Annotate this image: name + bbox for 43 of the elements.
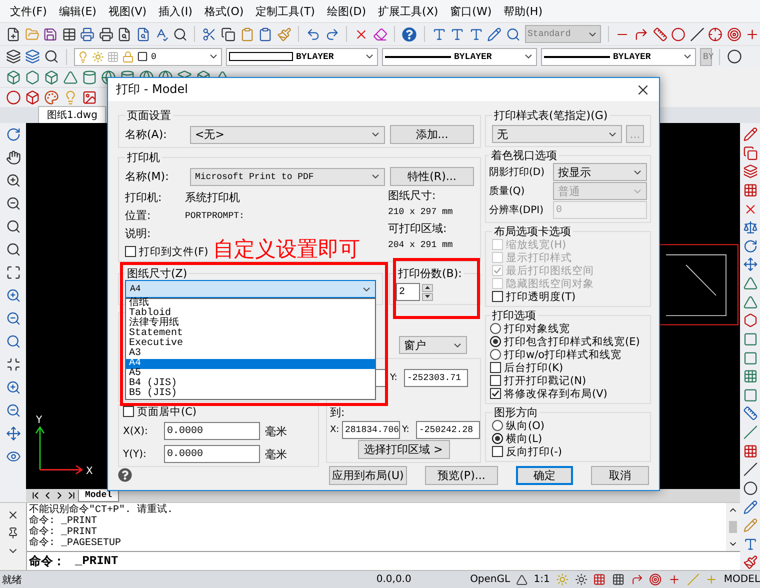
- info-value: PORTPROMPT:: [185, 210, 244, 220]
- status-text: 就绪: [2, 574, 23, 586]
- info-label: 打印机:: [125, 190, 163, 205]
- group-label: 着色视口选项: [490, 149, 558, 162]
- info-label: 位置:: [125, 208, 152, 223]
- unit-label: 毫米: [265, 424, 287, 438]
- info-value: 系统打印机: [185, 190, 240, 205]
- axis-label: X: [86, 466, 93, 477]
- field-label: 名称(A):: [125, 127, 168, 142]
- field-label: X(X):: [123, 426, 149, 436]
- info-label: 说明:: [125, 226, 152, 241]
- group-label: 打印选项: [491, 309, 537, 322]
- command-history-line: 命令: _PAGESETUP: [29, 538, 122, 549]
- field-label: 阴影打印(D): [489, 166, 546, 179]
- group-label: 布局选项卡选项: [493, 225, 572, 238]
- command-history-line: 命令: _PRINT: [29, 527, 98, 538]
- command-history-line: 不能识别命令"CT+P". 请重试.: [29, 505, 174, 516]
- field-label: 分辨率(DPI): [489, 204, 544, 217]
- command-history-line: 命令: _PRINT: [29, 516, 98, 527]
- field-label: X:: [330, 425, 340, 435]
- field-label: Y(Y):: [123, 448, 148, 460]
- info-value: 204 x 291 mm: [388, 240, 454, 250]
- field-label: 名称(M):: [125, 169, 170, 184]
- group-label: 打印份数(B):: [397, 267, 463, 280]
- group-label: 图形方向: [493, 406, 539, 419]
- field-label: 到:: [330, 405, 345, 420]
- group-label: 页面设置: [126, 109, 172, 122]
- coordinates: 0.0,0.0: [376, 574, 412, 585]
- info-label: 图纸尺寸:: [388, 188, 437, 203]
- group-label: 图纸尺寸(Z): [126, 267, 188, 280]
- group-label: 打印样式表(笔指定)(G): [493, 109, 609, 122]
- field-label: Y:: [402, 425, 410, 435]
- axis-label: Y: [36, 415, 42, 426]
- info-value: 210 x 297 mm: [388, 207, 454, 217]
- unit-label: 毫米: [265, 446, 287, 462]
- field-label: Y:: [390, 373, 398, 383]
- command-prompt: 命令：: [29, 554, 65, 570]
- window-title: 打印 - Model: [116, 81, 188, 98]
- annotation-text: 自定义设置即可: [213, 237, 360, 261]
- group-label: 打印机: [126, 151, 161, 164]
- field-label: 质量(Q): [489, 184, 526, 198]
- info-label: 可打印区域:: [388, 221, 448, 236]
- command-text: _PRINT: [75, 554, 118, 568]
